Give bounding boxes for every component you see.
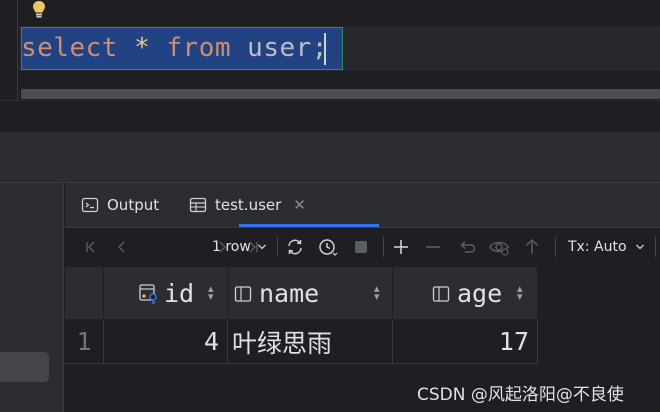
refresh-icon[interactable]: [285, 237, 305, 257]
first-page-icon[interactable]: [81, 237, 101, 257]
editor-bottom-area: [0, 100, 660, 133]
last-page-icon[interactable]: [243, 237, 263, 257]
toolbar-separator: [655, 237, 656, 257]
sql-keyword-select: select: [21, 33, 118, 63]
column-icon: [234, 286, 252, 302]
tab-test-user[interactable]: test.user ✕: [189, 183, 306, 227]
transaction-mode-select[interactable]: Tx: Auto: [568, 237, 645, 257]
column-icon: [432, 286, 450, 302]
sql-editor[interactable]: select * from user;: [0, 0, 660, 100]
column-header-name[interactable]: name ▴ ▾: [228, 267, 393, 319]
preview-changes-icon[interactable]: [489, 237, 509, 257]
previous-page-icon[interactable]: [112, 237, 132, 257]
console-icon: [81, 197, 99, 213]
sort-arrows-icon[interactable]: ▴ ▾: [374, 283, 380, 302]
add-row-icon[interactable]: [391, 237, 411, 257]
column-header-label: name: [259, 278, 320, 308]
table-icon: [189, 197, 207, 213]
toolbar-separator: [383, 237, 384, 257]
cell-id[interactable]: 4: [104, 320, 228, 364]
active-tab-indicator: [239, 224, 379, 227]
submit-icon[interactable]: [522, 237, 542, 257]
column-header-age[interactable]: age ▴ ▾: [393, 267, 538, 319]
gutter-divider: [17, 0, 18, 100]
watermark: CSDN @风起洛阳@不良使: [417, 385, 624, 405]
sql-keyword-from: from: [166, 33, 232, 63]
panel-splitter-area: [0, 132, 660, 183]
row-number[interactable]: 1: [65, 320, 104, 364]
column-header-label: id: [164, 278, 195, 308]
cell-id-value: 4: [203, 327, 219, 356]
sql-star: *: [134, 33, 151, 63]
lightbulb-icon[interactable]: [30, 0, 48, 20]
sql-table-name: user: [247, 33, 312, 63]
primary-key-column-icon: [139, 284, 157, 304]
cell-name[interactable]: 叶绿思雨: [228, 320, 393, 364]
column-header-label: age: [457, 278, 503, 308]
toolbar-separator: [555, 237, 556, 257]
grid-corner[interactable]: [65, 267, 104, 319]
next-page-icon[interactable]: [212, 237, 232, 257]
delete-row-icon[interactable]: [423, 237, 443, 257]
sort-arrows-icon[interactable]: ▴ ▾: [517, 283, 523, 302]
column-header-id[interactable]: id ▴ ▾: [104, 267, 228, 319]
row-number-label: 1: [76, 327, 92, 356]
text-cursor: [324, 33, 326, 65]
tab-test-user-label: test.user: [215, 196, 282, 214]
sql-statement[interactable]: select * from user;: [21, 27, 328, 70]
chevron-down-icon: [635, 244, 644, 250]
cell-age[interactable]: 17: [393, 320, 538, 364]
tab-output[interactable]: Output: [81, 183, 159, 227]
results-tab-bar: Output test.user ✕: [65, 183, 660, 228]
toolbar-separator: [277, 237, 278, 257]
revert-icon[interactable]: [456, 237, 476, 257]
tab-output-label: Output: [107, 196, 160, 214]
results-toolbar: 1 row Tx: Auto: [65, 228, 660, 266]
close-icon[interactable]: ✕: [293, 196, 306, 214]
left-panel-selected-item[interactable]: [0, 352, 49, 382]
cell-name-value: 叶绿思雨: [232, 328, 333, 358]
history-clock-icon[interactable]: [318, 237, 338, 257]
sort-arrows-icon[interactable]: ▴ ▾: [208, 283, 214, 302]
horizontal-scrollbar[interactable]: [21, 89, 660, 99]
stop-icon[interactable]: [351, 237, 371, 257]
transaction-mode-value: Tx: Auto: [568, 239, 627, 255]
cell-age-value: 17: [498, 327, 529, 356]
